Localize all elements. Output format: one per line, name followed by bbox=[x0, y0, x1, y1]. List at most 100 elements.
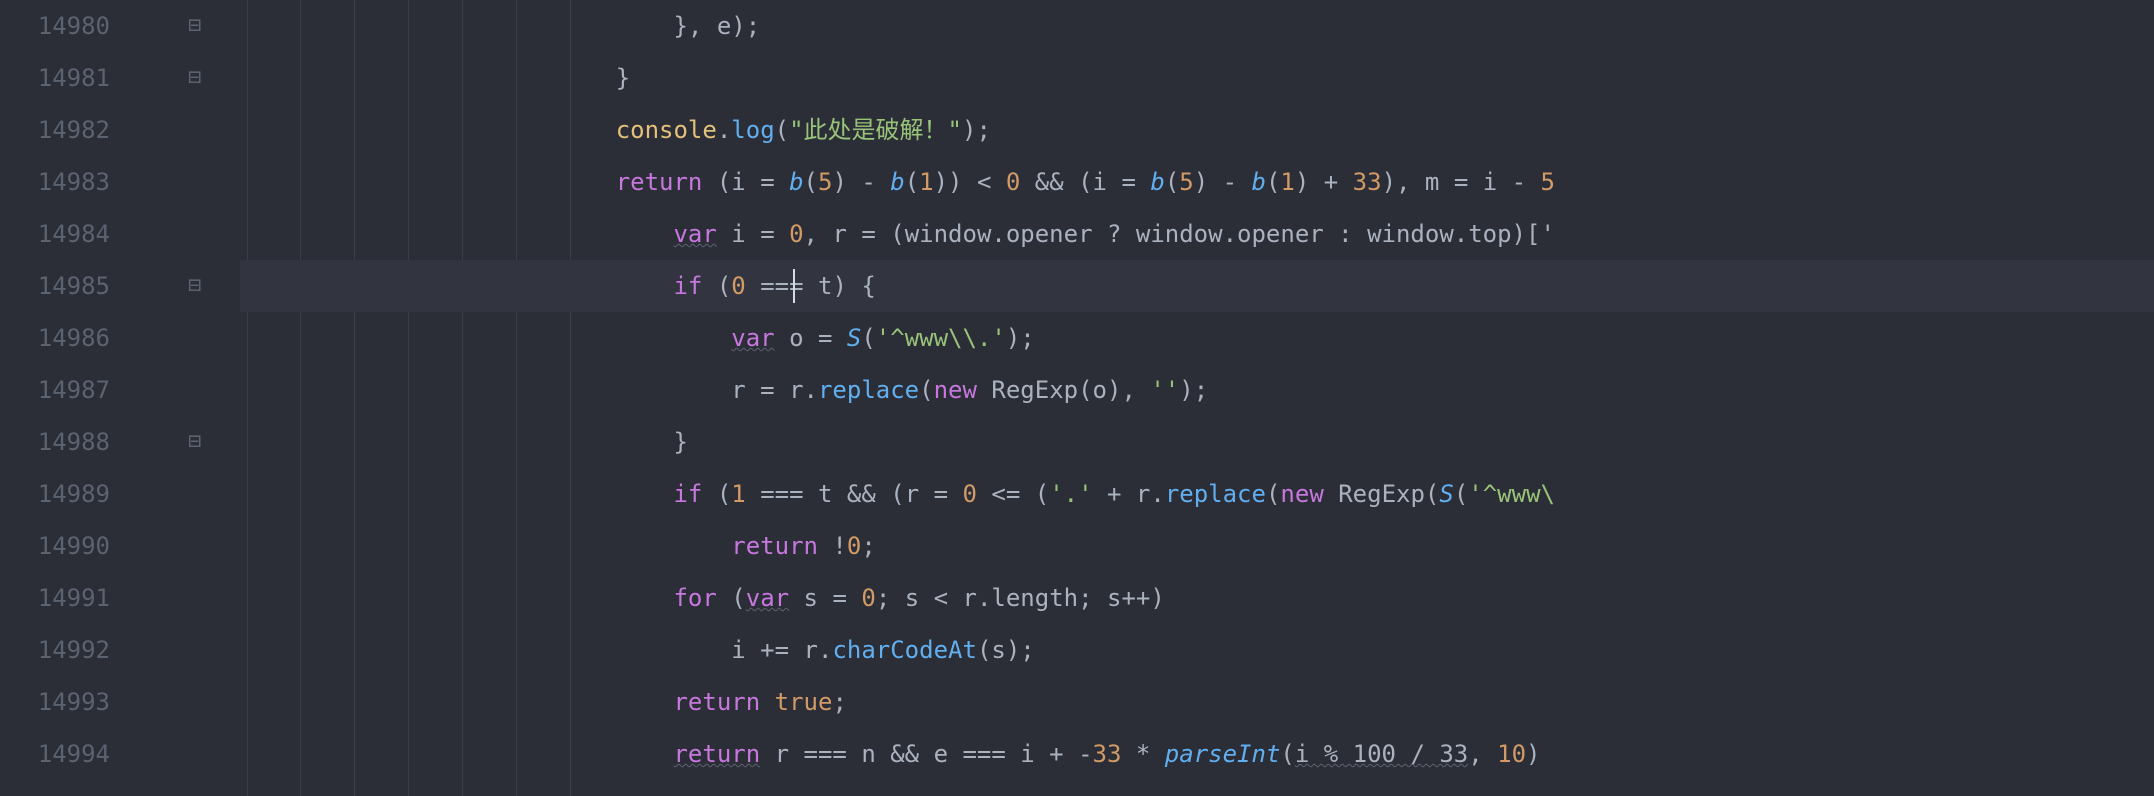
fold-gutter-row bbox=[130, 468, 240, 520]
code-token: 1 bbox=[1280, 168, 1294, 196]
code-token: ( bbox=[905, 168, 919, 196]
line-number-gutter: 1498014981149821498314984149851498614987… bbox=[0, 0, 130, 796]
code-line[interactable]: if (1 === t && (r = 0 <= ('.' + r.replac… bbox=[240, 468, 2154, 520]
line-number: 14990 bbox=[0, 520, 110, 572]
code-token: 5 bbox=[818, 168, 832, 196]
code-token: S bbox=[847, 324, 861, 352]
code-token: + r. bbox=[1093, 480, 1165, 508]
code-token: b bbox=[1252, 168, 1266, 196]
code-area[interactable]: }, e); } console.log("此处是破解！"); return (… bbox=[240, 0, 2154, 796]
code-token: var bbox=[673, 220, 716, 248]
fold-gutter-row bbox=[130, 676, 240, 728]
fold-toggle-icon[interactable]: ⊟ bbox=[188, 275, 201, 297]
code-token: } bbox=[616, 64, 630, 92]
fold-toggle-icon[interactable]: ⊟ bbox=[188, 67, 201, 89]
fold-gutter-row bbox=[130, 312, 240, 364]
code-token: b bbox=[890, 168, 904, 196]
code-token: ( bbox=[775, 116, 789, 144]
code-editor[interactable]: 1498014981149821498314984149851498614987… bbox=[0, 0, 2154, 796]
code-line[interactable]: } bbox=[240, 52, 2154, 104]
code-token: ), m = i - bbox=[1382, 168, 1541, 196]
code-line[interactable]: return r === n && e === i + -33 * parseI… bbox=[240, 728, 2154, 780]
code-token: log bbox=[731, 116, 774, 144]
code-token: 0 bbox=[861, 584, 875, 612]
code-line[interactable]: r = r.replace(new RegExp(o), ''); bbox=[240, 364, 2154, 416]
code-token: 1 bbox=[731, 480, 745, 508]
fold-column[interactable]: ⊟ ⊟ ⊟ ⊟ bbox=[130, 0, 240, 796]
line-number: 14992 bbox=[0, 624, 110, 676]
code-token: ) - bbox=[832, 168, 890, 196]
code-token: ! bbox=[818, 532, 847, 560]
fold-gutter-row bbox=[130, 156, 240, 208]
code-token: ( bbox=[804, 168, 818, 196]
code-line[interactable]: }, e); bbox=[240, 0, 2154, 52]
code-token: ) + bbox=[1295, 168, 1353, 196]
code-line[interactable]: return (i = b(5) - b(1)) < 0 && (i = b(5… bbox=[240, 156, 2154, 208]
code-token: true bbox=[775, 688, 833, 716]
code-token: i % 100 / 33 bbox=[1295, 740, 1468, 768]
code-line[interactable]: var i = 0, r = (window.opener ? window.o… bbox=[240, 208, 2154, 260]
code-token: 0 bbox=[1006, 168, 1020, 196]
code-token: * bbox=[1121, 740, 1164, 768]
code-line[interactable]: console.log("此处是破解！"); bbox=[240, 104, 2154, 156]
code-token: ); bbox=[1179, 376, 1208, 404]
line-number: 14981 bbox=[0, 52, 110, 104]
fold-gutter-row: ⊟ bbox=[130, 260, 240, 312]
code-token: ); bbox=[1006, 324, 1035, 352]
code-token bbox=[760, 688, 774, 716]
fold-gutter-row: ⊟ bbox=[130, 416, 240, 468]
code-token: ; bbox=[832, 688, 846, 716]
fold-gutter-row bbox=[130, 208, 240, 260]
code-token: '^www\\.' bbox=[876, 324, 1006, 352]
code-line[interactable]: if (0 === t) { bbox=[240, 260, 2154, 312]
code-token: replace bbox=[818, 376, 919, 404]
code-token: charCodeAt bbox=[832, 636, 977, 664]
code-line[interactable]: return !0; bbox=[240, 520, 2154, 572]
code-token: ( bbox=[919, 376, 933, 404]
code-token: , r = (window.opener ? window.opener : w… bbox=[804, 220, 1555, 248]
line-number: 14982 bbox=[0, 104, 110, 156]
code-token: ( bbox=[1266, 168, 1280, 196]
code-token: return bbox=[731, 532, 818, 560]
code-line[interactable]: } bbox=[240, 416, 2154, 468]
line-number: 14991 bbox=[0, 572, 110, 624]
code-token: i = bbox=[717, 220, 789, 248]
code-token: if bbox=[673, 272, 702, 300]
code-token: var bbox=[746, 584, 789, 612]
code-line[interactable]: i += r.charCodeAt(s); bbox=[240, 624, 2154, 676]
code-token: '^www\ bbox=[1468, 480, 1555, 508]
fold-toggle-icon[interactable]: ⊟ bbox=[188, 431, 201, 453]
fold-gutter-row bbox=[130, 520, 240, 572]
code-token: return bbox=[673, 740, 760, 768]
code-token: parseInt bbox=[1165, 740, 1281, 768]
code-token: . bbox=[717, 116, 731, 144]
code-token: === t && (r = bbox=[746, 480, 963, 508]
code-line[interactable]: return true; bbox=[240, 676, 2154, 728]
fold-toggle-icon[interactable]: ⊟ bbox=[188, 15, 201, 37]
code-token: console bbox=[616, 116, 717, 144]
fold-gutter-row: ⊟ bbox=[130, 52, 240, 104]
code-token: return bbox=[673, 688, 760, 716]
code-token: , bbox=[1468, 740, 1497, 768]
code-token: <= ( bbox=[977, 480, 1049, 508]
fold-gutter-row bbox=[130, 728, 240, 780]
code-token: === t) { bbox=[746, 272, 876, 300]
code-token: ( bbox=[861, 324, 875, 352]
code-line[interactable]: var o = S('^www\\.'); bbox=[240, 312, 2154, 364]
code-token: 0 bbox=[963, 480, 977, 508]
code-token: ; s < r.length; s++) bbox=[876, 584, 1165, 612]
code-token: (s); bbox=[977, 636, 1035, 664]
code-token: s = bbox=[789, 584, 861, 612]
code-token: )) < bbox=[934, 168, 1006, 196]
code-token: r === n && e === i + - bbox=[760, 740, 1092, 768]
code-line[interactable]: for (var s = 0; s < r.length; s++) bbox=[240, 572, 2154, 624]
code-token: ( bbox=[1454, 480, 1468, 508]
code-token: for bbox=[673, 584, 716, 612]
code-token: return bbox=[616, 168, 703, 196]
fold-gutter-row bbox=[130, 364, 240, 416]
code-token: 0 bbox=[789, 220, 803, 248]
code-token: 0 bbox=[847, 532, 861, 560]
code-token: ( bbox=[702, 480, 731, 508]
code-token: ( bbox=[717, 584, 746, 612]
line-number: 14985 bbox=[0, 260, 110, 312]
